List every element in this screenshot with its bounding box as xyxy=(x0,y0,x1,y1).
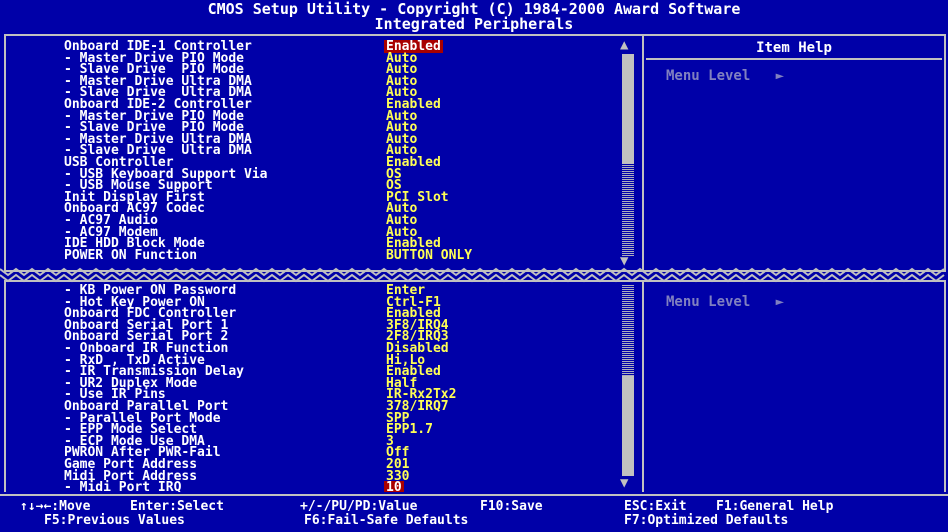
setting-value[interactable]: BUTTON ONLY xyxy=(386,249,472,262)
scroll-down-icon[interactable]: ▼ xyxy=(620,476,628,490)
scrollbar-track[interactable] xyxy=(622,284,634,376)
key-value: +/-/PU/PD:Value xyxy=(300,499,418,514)
setting-label: POWER ON Function xyxy=(64,247,198,263)
help-divider xyxy=(646,58,942,60)
scrollbar-thumb[interactable] xyxy=(622,376,634,476)
key-exit: ESC:Exit xyxy=(624,499,687,514)
panel-divider xyxy=(642,282,644,492)
key-save: F10:Save xyxy=(480,499,543,514)
key-previous-values: F5:Previous Values xyxy=(44,513,185,528)
page-title: Integrated Peripherals xyxy=(374,15,574,33)
item-help-title: Item Help xyxy=(756,40,832,56)
scrollbar-track[interactable] xyxy=(622,164,634,256)
title-bar: CMOS Setup Utility - Copyright (C) 1984-… xyxy=(0,0,948,34)
key-optimized-defaults: F7:Optimized Defaults xyxy=(624,513,789,528)
key-select: Enter:Select xyxy=(130,499,224,514)
settings-panel-top: Onboard IDE-1 Controller Enabled - Master … xyxy=(4,34,946,272)
footer-divider xyxy=(0,494,948,496)
menu-level-text: Menu Level ► xyxy=(666,68,785,84)
scrollbar-thumb[interactable] xyxy=(622,54,634,164)
settings-panel-bottom: - KB Power ON Password Enter - Hot Key Pow… xyxy=(4,280,946,495)
menu-level-text: Menu Level ► xyxy=(666,294,785,310)
key-general-help: F1:General Help xyxy=(716,499,834,514)
key-help-footer: ↑↓→←:Move Enter:Select +/-/PU/PD:Value F… xyxy=(0,492,948,532)
key-fail-safe-defaults: F6:Fail-Safe Defaults xyxy=(304,513,469,528)
key-move: ↑↓→←:Move xyxy=(20,499,91,514)
scroll-up-icon[interactable]: ▲ xyxy=(620,38,628,52)
panel-divider xyxy=(642,36,644,270)
